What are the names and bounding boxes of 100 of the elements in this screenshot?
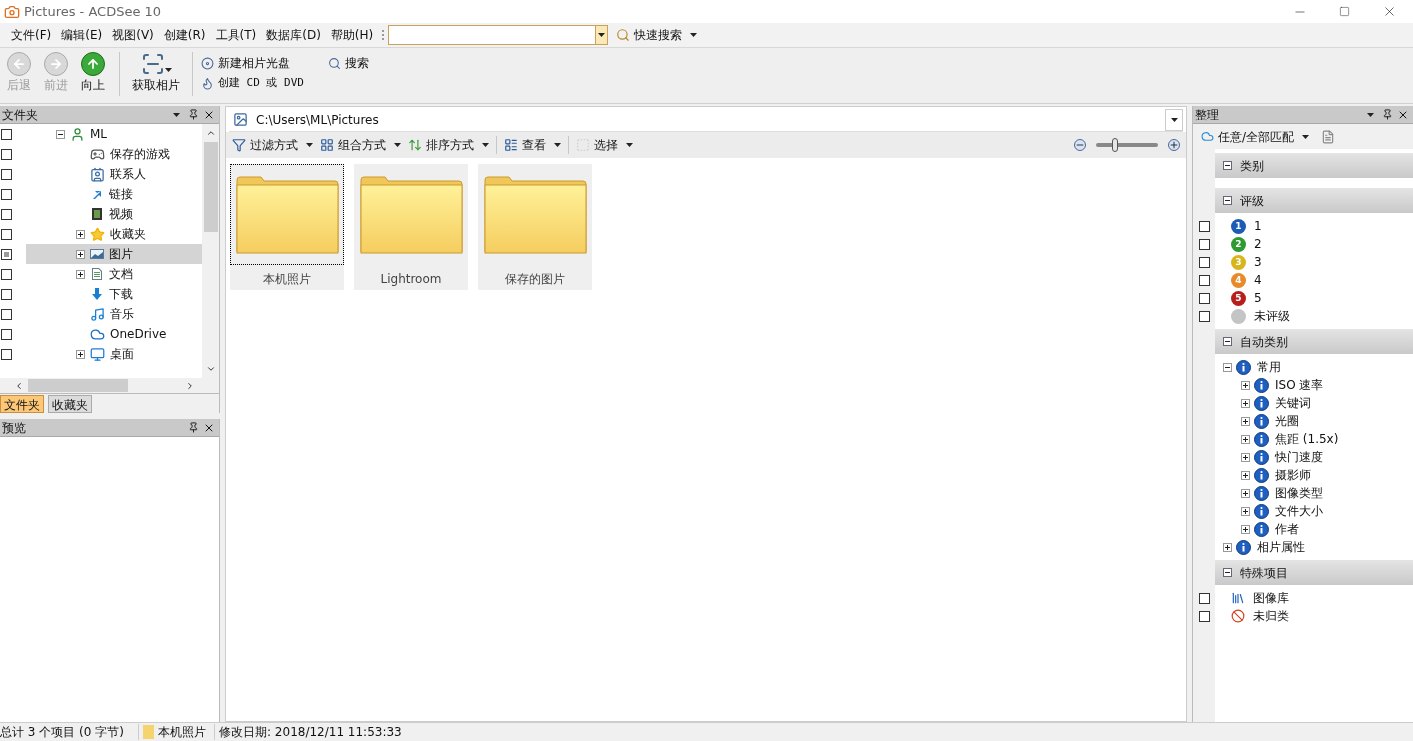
expand-toggle[interactable] bbox=[1241, 398, 1250, 408]
category-label[interactable]: 光圈 bbox=[1275, 412, 1299, 430]
tree-item[interactable]: 图片 bbox=[26, 244, 202, 264]
expand-toggle[interactable] bbox=[1223, 542, 1232, 552]
checkbox[interactable] bbox=[1, 348, 12, 360]
checkbox[interactable] bbox=[1, 188, 12, 200]
category-label[interactable]: 图像类型 bbox=[1275, 484, 1323, 502]
tree-item[interactable]: 音乐 bbox=[26, 304, 202, 324]
maximize-icon[interactable] bbox=[1339, 6, 1350, 17]
section-header[interactable]: 自动类别 bbox=[1215, 329, 1413, 354]
expand-toggle[interactable] bbox=[1241, 488, 1250, 498]
category-label[interactable]: 文件大小 bbox=[1275, 502, 1323, 520]
pin-icon[interactable] bbox=[1382, 109, 1393, 120]
checkbox[interactable] bbox=[1198, 310, 1210, 322]
rating-label[interactable]: 3 bbox=[1254, 253, 1262, 271]
category-label[interactable]: 焦距 (1.5x) bbox=[1275, 430, 1339, 448]
checkbox[interactable] bbox=[1198, 292, 1210, 304]
panel-tab[interactable]: 收藏夹 bbox=[48, 395, 92, 413]
folder-thumbnail[interactable]: 本机照片 bbox=[230, 164, 344, 290]
tree-item[interactable]: OneDrive bbox=[26, 324, 202, 344]
menu-item[interactable]: 文件(F) bbox=[6, 24, 57, 46]
expand-toggle[interactable] bbox=[1241, 434, 1250, 444]
folder-thumbnail[interactable]: 保存的图片 bbox=[478, 164, 592, 290]
expand-toggle[interactable] bbox=[76, 249, 85, 259]
checkbox[interactable] bbox=[1198, 592, 1210, 604]
checkbox[interactable] bbox=[1, 268, 12, 280]
checkbox[interactable] bbox=[1, 308, 12, 320]
menu-item[interactable]: 数据库(D) bbox=[261, 24, 326, 46]
toolbar-link[interactable]: 新建相片光盘 bbox=[201, 54, 304, 72]
scroll-down-icon[interactable] bbox=[205, 364, 216, 374]
expand-toggle[interactable] bbox=[76, 229, 85, 239]
category-label[interactable]: 关键词 bbox=[1275, 394, 1311, 412]
rating-label[interactable]: 未评级 bbox=[1254, 307, 1290, 325]
expand-toggle[interactable] bbox=[1241, 452, 1250, 462]
folder-thumbnail[interactable]: Lightroom bbox=[354, 164, 468, 290]
pin-icon[interactable] bbox=[188, 109, 199, 120]
rating-label[interactable]: 1 bbox=[1254, 217, 1262, 235]
category-label[interactable]: 作者 bbox=[1275, 520, 1299, 538]
checkbox[interactable] bbox=[1, 328, 12, 340]
tree-item[interactable]: ML bbox=[26, 124, 202, 144]
tree-item[interactable]: 文档 bbox=[26, 264, 202, 284]
category-label[interactable]: 常用 bbox=[1257, 358, 1281, 376]
menu-item[interactable]: 帮助(H) bbox=[325, 24, 379, 46]
section-header[interactable]: 特殊项目 bbox=[1215, 560, 1413, 585]
special-item-label[interactable]: 未归类 bbox=[1253, 607, 1289, 625]
checkbox[interactable] bbox=[1, 128, 12, 140]
checkbox[interactable] bbox=[1, 228, 12, 240]
close-icon[interactable] bbox=[1382, 4, 1397, 19]
note-icon[interactable] bbox=[1321, 129, 1336, 144]
tree-item[interactable]: 链接 bbox=[26, 184, 202, 204]
toolbar-link[interactable]: 搜索 bbox=[328, 52, 369, 72]
acquire-photos-button[interactable]: 获取相片 bbox=[128, 52, 184, 94]
expand-toggle[interactable] bbox=[1241, 506, 1250, 516]
checkbox[interactable] bbox=[1, 248, 12, 260]
expand-toggle[interactable] bbox=[1241, 416, 1250, 426]
checkbox[interactable] bbox=[1, 168, 12, 180]
checkbox[interactable] bbox=[1198, 238, 1210, 250]
rating-label[interactable]: 2 bbox=[1254, 235, 1262, 253]
rating-label[interactable]: 4 bbox=[1254, 271, 1262, 289]
menu-item[interactable]: 视图(V) bbox=[107, 24, 159, 46]
toolbar-dropdown[interactable]: 查看 bbox=[504, 136, 561, 154]
slider-thumb[interactable] bbox=[1111, 138, 1118, 152]
expand-toggle[interactable] bbox=[1241, 380, 1250, 390]
checkbox[interactable] bbox=[1198, 220, 1210, 232]
special-item-label[interactable]: 图像库 bbox=[1253, 589, 1289, 607]
pin-icon[interactable] bbox=[188, 422, 199, 433]
expand-toggle[interactable] bbox=[76, 349, 85, 359]
toolbar-dropdown[interactable]: 过滤方式 bbox=[232, 136, 313, 154]
zoom-in-icon[interactable] bbox=[1168, 139, 1180, 151]
panel-tab[interactable]: 文件夹 bbox=[0, 395, 44, 413]
toolbar-dropdown[interactable]: 排序方式 bbox=[408, 136, 489, 154]
nav-button[interactable]: 向上 bbox=[74, 52, 111, 94]
tree-item[interactable]: 收藏夹 bbox=[26, 224, 202, 244]
category-label[interactable]: 快门速度 bbox=[1275, 448, 1323, 466]
quick-search-button[interactable]: 快速搜索 bbox=[616, 26, 698, 44]
path-field[interactable]: C:\Users\ML\Pictures bbox=[229, 108, 1183, 132]
collapse-toggle[interactable] bbox=[56, 129, 65, 139]
quick-search-field[interactable] bbox=[388, 25, 609, 45]
category-label[interactable]: 相片属性 bbox=[1257, 538, 1305, 556]
toolbar-dropdown[interactable]: 组合方式 bbox=[320, 136, 401, 154]
scroll-left-icon[interactable] bbox=[14, 380, 24, 391]
tree-item[interactable]: 桌面 bbox=[26, 344, 202, 364]
tree-item[interactable]: 保存的游戏 bbox=[26, 144, 202, 164]
expand-toggle[interactable] bbox=[76, 269, 85, 279]
tree-item[interactable]: 视频 bbox=[26, 204, 202, 224]
section-header[interactable]: 类别 bbox=[1215, 153, 1413, 178]
checkbox[interactable] bbox=[1, 288, 12, 300]
toolbar-dropdown[interactable]: 选择 bbox=[576, 136, 633, 154]
category-label[interactable]: 摄影师 bbox=[1275, 466, 1311, 484]
menu-item[interactable]: 编辑(E) bbox=[56, 24, 108, 46]
collapse-toggle[interactable] bbox=[1223, 362, 1232, 372]
toolbar-link[interactable]: 创建 CD 或 DVD bbox=[201, 75, 304, 92]
section-header[interactable]: 评级 bbox=[1215, 188, 1413, 213]
checkbox[interactable] bbox=[1198, 610, 1210, 622]
checkbox[interactable] bbox=[1198, 274, 1210, 286]
menu-item[interactable]: 创建(R) bbox=[158, 24, 211, 46]
expand-toggle[interactable] bbox=[1241, 470, 1250, 480]
tree-item[interactable]: 下载 bbox=[26, 284, 202, 304]
scroll-up-icon[interactable] bbox=[205, 128, 216, 138]
vertical-scrollbar[interactable] bbox=[202, 124, 219, 378]
